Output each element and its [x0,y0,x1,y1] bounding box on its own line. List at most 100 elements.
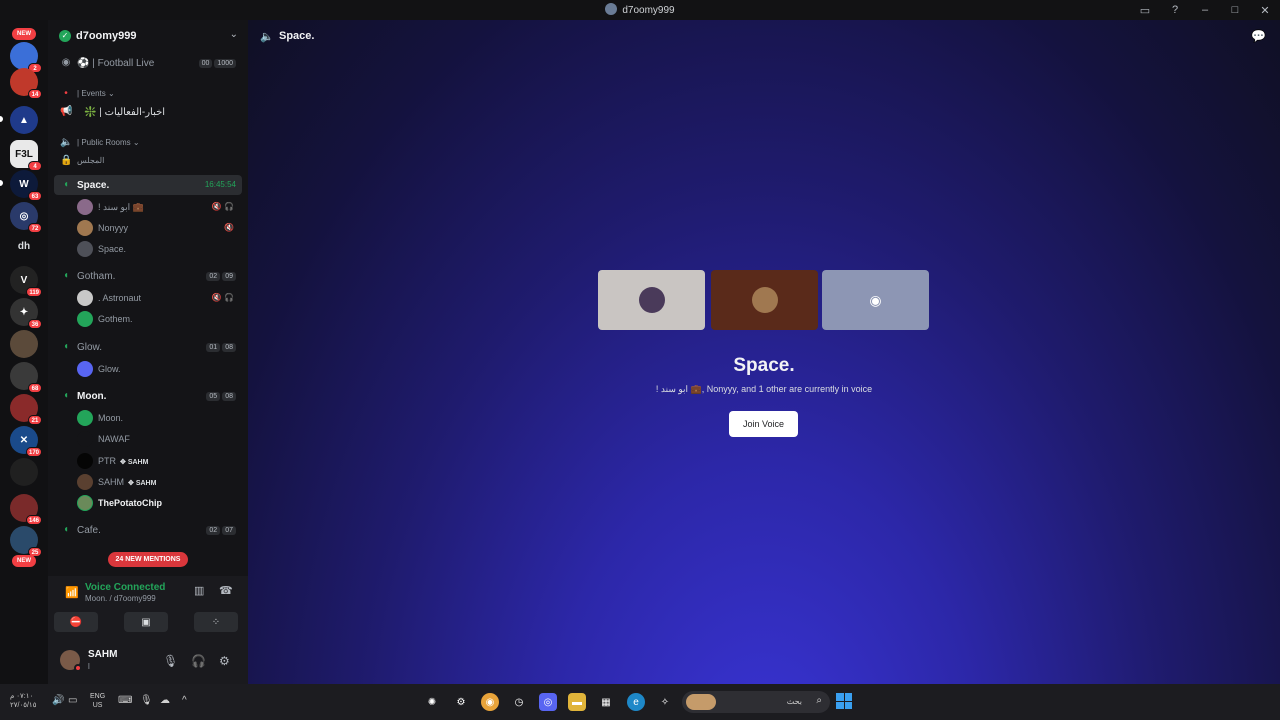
user-panel: SAHM l 🎙 🎧 ⚙ [48,640,248,684]
username[interactable]: SAHM [88,649,117,660]
broadcast-icon: ◉ [61,57,71,68]
channel-sidebar: ✓ d7oomy999 ⌄ ◉ ⚽ | Football Live 00 1000… [48,20,248,684]
voice-user[interactable]: Nonyyy 🔇 [74,218,234,238]
channel-news[interactable]: 📢 ❇️ | اخبار-الفعاليات [54,102,242,122]
voice-user[interactable]: Glow. [74,359,234,379]
microphone-icon[interactable]: 🎙 [140,695,153,706]
server-icon[interactable]: ◎ 72 [10,202,42,233]
close-button[interactable]: ✕ [1250,0,1280,20]
voice-user[interactable]: PTR ✥ SAHM [74,451,234,471]
server-icon[interactable]: 2 [10,42,42,73]
pin-icon: • [64,88,68,99]
microphone-icon[interactable]: 🎙 [163,654,178,668]
server-icon[interactable]: 14 [10,68,42,99]
avatar [638,287,665,313]
minimize-button[interactable]: – [1190,0,1220,20]
server-icon[interactable]: V 119 [10,266,42,297]
steelseries-icon[interactable]: ✺ [423,693,441,711]
join-voice-button[interactable]: Join Voice [729,411,798,437]
channel-football-live[interactable]: ◉ ⚽ | Football Live 00 1000 [54,53,242,73]
server-icon[interactable] [10,330,38,358]
server-icon[interactable]: ▲ [10,106,38,134]
file-explorer-icon[interactable]: ▬ [568,693,586,711]
chat-icon[interactable]: 💬 [1251,29,1266,43]
search-icon: ⌕ [816,695,822,706]
disconnect-icon[interactable]: ☎ [219,584,233,597]
server-icon[interactable]: 25 [10,526,42,557]
server-icon[interactable]: W 63 [10,170,42,201]
new-mentions-pill[interactable]: 24 NEW MENTIONS [108,552,188,567]
voice-user[interactable]: ThePotatoChip [74,493,234,513]
copilot-icon[interactable]: ✧ [656,693,674,711]
avatar [77,453,93,469]
avatar [751,287,778,313]
app-avatar-icon [605,3,618,15]
settings-icon[interactable]: ⚙ [452,693,470,711]
channel-title: Space. [279,30,315,42]
category-label: | Public Rooms ⌄ [77,138,140,147]
chevron-up-icon[interactable]: ^ [182,695,187,706]
clock[interactable]: ٠٧:١٠ م ٢٧/٠٥/١٥ [10,692,36,710]
mute-deafen-icons: 🔇 🎧 [211,202,234,211]
volume-icon[interactable]: 🔊 [52,695,64,706]
participant-tile[interactable] [711,270,818,330]
speaker-icon: 🔈 [60,137,73,148]
settings-gear-icon[interactable]: ⚙ [219,654,230,668]
edge-icon[interactable]: e [627,693,645,711]
user-status: l [88,662,90,671]
voice-user[interactable]: SAHM ✥ SAHM [74,472,234,492]
server-icon[interactable]: dh [10,232,38,260]
voice-user[interactable]: Space. [74,239,234,259]
server-icon[interactable] [10,458,38,486]
channel-majlis[interactable]: 🔒 المجلس [54,151,242,171]
help-icon[interactable]: ? [1160,0,1190,20]
voice-user[interactable]: Moon. [74,408,234,428]
clock-app-icon[interactable]: ◷ [510,693,528,711]
voice-channel-members: ! ابو سند 💼, Nonyyy, and 1 other are cur… [655,384,873,394]
voice-user[interactable]: NAWAF [74,429,234,449]
channel-cafe[interactable]: ◖ Cafe. 02 07 [54,520,242,540]
headphones-icon[interactable]: 🎧 [191,654,206,668]
inbox-icon[interactable]: ▭ [1130,0,1160,20]
avatar [77,290,93,306]
voice-location[interactable]: Moon. / d7oomy999 [85,594,156,603]
channel-moon[interactable]: ◖ Moon. 05 08 [54,386,242,406]
maximize-button[interactable]: □ [1220,0,1250,20]
verified-icon: ✓ [59,30,71,42]
guild-header[interactable]: ✓ d7oomy999 ⌄ [48,20,248,52]
voice-user[interactable]: . Astronaut 🔇 🎧 [74,288,234,308]
channel-header: 🔈 Space. 💬 [248,20,1280,52]
windows-start-icon[interactable] [836,693,852,709]
activities-button[interactable]: ⁘ [194,612,238,632]
channel-space[interactable]: ◖ Space. 16:45:54 [54,175,242,195]
screen-share-button[interactable]: ▣ [124,612,168,632]
channel-gotham[interactable]: ◖ Gotham. 02 09 [54,266,242,286]
category-events[interactable]: • | Events ⌄ [54,84,242,104]
server-icon[interactable]: ✦ 36 [10,298,42,329]
chevron-down-icon[interactable]: ⌄ [230,29,238,40]
voice-status[interactable]: Voice Connected [85,582,165,593]
category-public-rooms[interactable]: 🔈 | Public Rooms ⌄ [54,133,242,153]
keyboard-icon[interactable]: ⌨ [118,695,132,706]
server-icon[interactable]: F3L 4 [10,140,42,171]
chrome-icon[interactable]: ◉ [481,693,499,711]
language-indicator[interactable]: ENG US [90,692,105,710]
network-icon[interactable]: ▭ [68,695,77,706]
server-icon[interactable]: 68 [10,362,42,393]
taskbar-search[interactable]: بحث ⌕ [682,691,830,713]
camera-button[interactable]: ⛔ [54,612,98,632]
discord-icon[interactable]: ◎ [539,693,557,711]
server-icon[interactable]: ✕ 170 [10,426,42,457]
server-icon[interactable]: 146 [10,494,42,525]
participant-tile[interactable]: ◉ [822,270,929,330]
voice-channel-icon: ◖ [62,524,70,535]
voice-user[interactable]: Gothem. [74,309,234,329]
onedrive-icon[interactable]: ☁ [160,695,170,706]
signal-icon[interactable]: 📶 [65,586,79,599]
channel-glow[interactable]: ◖ Glow. 01 08 [54,337,242,357]
server-icon[interactable]: 21 [10,394,42,425]
voice-user[interactable]: ! ابو سند 💼 🔇 🎧 [74,197,234,217]
noise-suppression-icon[interactable]: ▥ [194,584,204,597]
participant-tile[interactable] [598,270,705,330]
store-icon[interactable]: ▦ [597,693,615,711]
